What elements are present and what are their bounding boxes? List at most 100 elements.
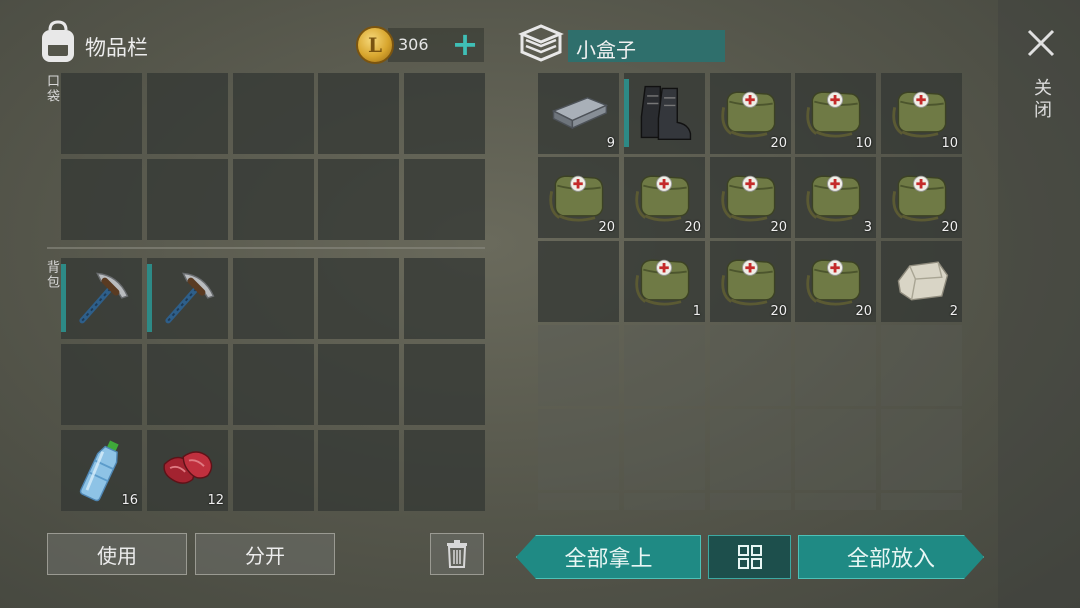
container-slot[interactable]: 10 [795,73,876,154]
container-slot[interactable]: 20 [710,73,791,154]
item-count: 20 [855,304,872,319]
split-button[interactable]: 分开 [195,533,335,575]
container-slot[interactable]: 20 [710,241,791,322]
close-label[interactable]: 关闭 [1028,78,1054,122]
container-slot[interactable]: 20 [624,157,705,238]
box-icon [518,24,564,62]
container-slot[interactable] [624,73,705,154]
backpack-slot[interactable] [318,430,399,511]
backpack-slot[interactable] [147,258,228,339]
pocket-slot[interactable] [61,73,142,154]
put-all-button[interactable]: 全部放入 [798,535,984,579]
container-slot[interactable] [624,409,705,490]
sort-button[interactable] [708,535,791,579]
container-slot[interactable] [881,325,962,406]
pocket-slot[interactable] [318,159,399,240]
backpack-icon [42,20,74,62]
item-count: 1 [692,304,701,319]
take-all-button[interactable]: 全部拿上 [516,535,701,579]
backpack-slot[interactable] [233,344,314,425]
pocket-slot[interactable] [61,159,142,240]
equipped-marker [147,264,152,332]
backpack-label: 背包 [44,260,59,290]
close-icon[interactable] [1026,28,1056,58]
container-slot[interactable] [624,325,705,406]
container-slot[interactable] [538,241,619,322]
item-count: 20 [770,136,787,151]
container-slot[interactable]: 1 [624,241,705,322]
container-slot[interactable] [624,493,705,510]
pocket-slot[interactable] [404,73,485,154]
container-slot[interactable]: 9 [538,73,619,154]
container-slot[interactable] [795,325,876,406]
container-slot[interactable] [538,325,619,406]
item-count: 10 [941,136,958,151]
item-count: 20 [941,220,958,235]
container-slot[interactable] [881,409,962,490]
backpack-slot[interactable] [61,258,142,339]
container-slot[interactable] [538,493,619,510]
backpack-slot[interactable] [404,430,485,511]
pocket-slot[interactable] [233,159,314,240]
item-count: 2 [949,304,958,319]
coin-icon: L [356,26,394,64]
item-count: 20 [770,304,787,319]
container-slot[interactable] [538,409,619,490]
container-slot[interactable]: 2 [881,241,962,322]
trash-button[interactable] [430,533,484,575]
backpack-slot[interactable] [318,344,399,425]
container-slot[interactable] [710,325,791,406]
item-count: 20 [598,220,615,235]
container-slot[interactable]: 20 [538,157,619,238]
container-title: 小盒子 [576,38,636,62]
container-slot[interactable]: 10 [881,73,962,154]
coin-count: 306 [398,35,429,54]
backpack-slot[interactable]: 16 [61,430,142,511]
item-count: 20 [684,220,701,235]
pockets-label: 口袋 [44,74,59,104]
backpack-slot[interactable] [147,344,228,425]
container-slot[interactable]: 20 [881,157,962,238]
item-count: 10 [855,136,872,151]
add-coin-button[interactable]: + [450,26,480,62]
section-divider [47,247,485,249]
container-slot[interactable] [710,409,791,490]
pocket-slot[interactable] [147,159,228,240]
backpack-slot[interactable] [61,344,142,425]
container-slot[interactable] [795,493,876,510]
pocket-slot[interactable] [318,73,399,154]
trash-icon [447,540,467,568]
equipped-marker [624,79,629,147]
item-count: 9 [606,136,615,151]
pocket-slot[interactable] [233,73,314,154]
medkit-bag-icon [803,163,869,233]
boots-icon [632,79,698,149]
stone-icon [889,247,955,317]
item-count: 12 [207,493,224,508]
container-slot[interactable]: 3 [795,157,876,238]
backpack-slot[interactable] [233,430,314,511]
pocket-slot[interactable] [404,159,485,240]
inventory-title: 物品栏 [85,36,148,60]
container-slot[interactable] [795,409,876,490]
container-slot[interactable] [710,493,791,510]
container-slot[interactable]: 20 [795,241,876,322]
grid-icon [737,545,762,569]
container-slot[interactable]: 20 [710,157,791,238]
medkit-bag-icon [632,247,698,317]
pickaxe-icon [155,264,221,334]
container-slot[interactable] [881,493,962,510]
backpack-slot[interactable] [318,258,399,339]
pickaxe-icon [69,264,135,334]
backpack-slot[interactable]: 12 [147,430,228,511]
item-count: 3 [863,220,872,235]
item-count: 20 [770,220,787,235]
iron-bar-icon [546,79,612,149]
backpack-slot[interactable] [233,258,314,339]
backpack-slot[interactable] [404,344,485,425]
equipped-marker [61,264,66,332]
item-count: 16 [121,493,138,508]
pocket-slot[interactable] [147,73,228,154]
backpack-slot[interactable] [404,258,485,339]
use-button[interactable]: 使用 [47,533,187,575]
